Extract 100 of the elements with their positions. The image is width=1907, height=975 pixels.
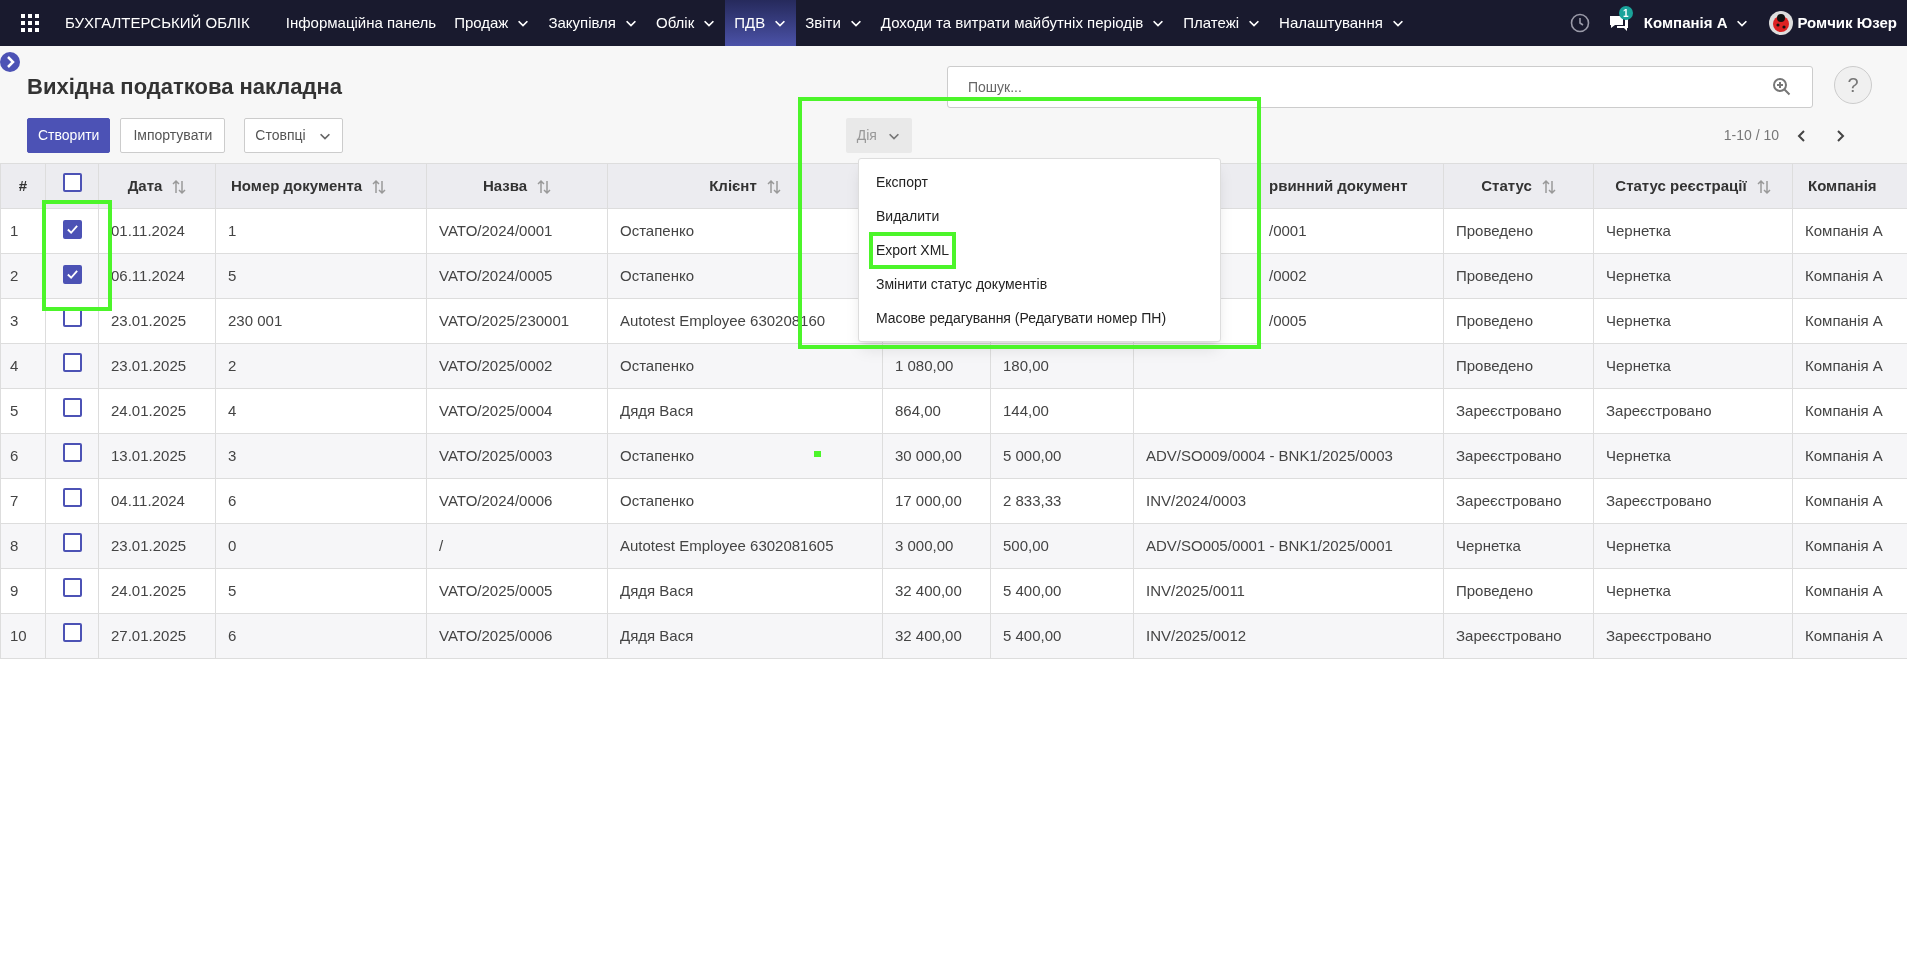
table-cell: Остапенко [620,266,695,284]
table-cell: Дядя Вася [620,581,694,599]
nav-menu-item[interactable]: Інформаційна панель [276,0,446,46]
table-cell: 17 000,00 [895,491,962,509]
table-cell: 2 833,33 [1003,491,1062,509]
table-cell: 180,00 [1003,356,1049,374]
table-cell: 5 [10,401,19,419]
table-cell: Компанія А [1805,221,1883,239]
column-header[interactable]: # [18,176,28,194]
checkbox[interactable] [62,353,82,373]
table-cell: 6 [228,626,237,644]
checkbox[interactable] [62,398,82,418]
table-cell: 3 000,00 [895,536,954,554]
table-cell: 6 [10,446,19,464]
checkbox[interactable] [62,623,82,643]
column-header[interactable]: Назва [482,176,528,194]
table-cell: VATO/2024/0005 [439,266,553,284]
user-avatar[interactable] [1769,11,1794,35]
columns-dropdown[interactable]: Стовпці [244,118,343,153]
sidebar-toggle-icon[interactable] [0,52,20,72]
table-cell: 3 [228,446,237,464]
menu-item[interactable]: Експорт [876,171,928,193]
table-cell: VATO/2025/0004 [439,401,553,419]
table-cell: 8 [10,536,19,554]
table-cell: / [439,536,444,554]
search-input[interactable]: Пошук... [968,76,1772,98]
checkbox[interactable] [62,173,82,193]
checkbox[interactable] [62,264,82,284]
table-cell: Компанія А [1805,401,1883,419]
table-cell: Компанія А [1805,581,1883,599]
table-cell: Чернетка [1456,536,1521,554]
nav-menu-item[interactable]: ПДВ [725,0,797,46]
checkbox[interactable] [62,533,82,553]
column-header[interactable]: Статус [1481,176,1532,194]
column-header[interactable]: рвинний документ [1269,176,1408,194]
clock-icon[interactable] [1569,13,1590,33]
table-cell: Компанія А [1805,311,1883,329]
table-cell: VATO/2025/0005 [439,581,553,599]
table-cell: INV/2025/0011 [1146,581,1245,599]
table-cell: Зареєстровано [1456,446,1562,464]
menu-item[interactable]: Змінити статус документів [876,273,1048,295]
table-cell: Остапенко [620,446,695,464]
create-button[interactable]: Створити [27,118,111,153]
table-cell: INV/2025/0012 [1146,626,1247,644]
table-cell: 24.01.2025 [111,401,187,419]
table-cell: 4 [10,356,19,374]
table-cell: 5 [228,266,237,284]
table-cell: 5 000,00 [1003,446,1062,464]
table-cell: Чернетка [1606,356,1671,374]
table-cell: 5 [228,581,237,599]
table-cell: Компанія А [1805,491,1883,509]
table-cell: 7 [10,491,19,509]
table-cell: Чернетка [1606,221,1671,239]
column-header[interactable]: Дата [127,176,163,194]
table-cell: 864,00 [895,401,941,419]
nav-menu-item[interactable]: Налаштування [1270,0,1414,46]
zoom-in-icon[interactable] [1772,77,1792,97]
table-cell: Компанія А [1805,626,1883,644]
apps-menu-icon[interactable] [21,14,39,32]
nav-menu-item[interactable]: Доходи та витрати майбутніх періодів [871,0,1175,46]
checkbox[interactable] [62,219,82,239]
table-cell: VATO/2025/0006 [439,626,553,644]
checkbox[interactable] [62,578,82,598]
table-cell: VATO/2025/0002 [439,356,553,374]
table-cell: ADV/SO009/0004 - BNK1/2025/0003 [1146,446,1393,464]
table-cell: 0 [228,536,237,554]
table-cell: 10 [10,626,27,644]
menu-item[interactable]: Видалити [876,205,940,227]
table-cell: 13.01.2025 [111,446,187,464]
table-cell: Компанія А [1805,356,1883,374]
table-cell: ADV/SO005/0001 - BNK1/2025/0001 [1146,536,1393,554]
table-cell: 1 [228,221,237,239]
import-button[interactable]: Імпортувати [120,118,226,153]
column-header[interactable]: Клієнт [709,176,757,194]
table-cell: Остапенко [620,356,695,374]
page-title: Вихідна податкова накладна [27,73,343,101]
nav-menu-item[interactable]: Закупівля [539,0,647,46]
table-cell: 23.01.2025 [111,536,187,554]
company-switcher[interactable]: Компанія А [1643,11,1750,35]
table-cell: 30 000,00 [895,446,962,464]
help-button[interactable]: ? [1834,66,1872,104]
table-cell: Чернетка [1606,311,1671,329]
nav-menu-item[interactable]: Продаж [445,0,540,46]
checkbox[interactable] [62,488,82,508]
user-name[interactable]: Ромчик Юзер [1797,11,1897,35]
table-cell: Зареєстровано [1456,401,1562,419]
search-field[interactable]: Пошук... [947,66,1813,108]
checkbox[interactable] [62,443,82,463]
table-cell: Autotest Employee 6302081605 [620,536,834,554]
table-cell: Зареєстровано [1456,491,1562,509]
nav-menu-item[interactable]: Платежі [1174,0,1271,46]
nav-menu-item[interactable]: Звіти [796,0,872,46]
nav-menu-item[interactable]: Облік [647,0,726,46]
table-cell: /0001 [1269,221,1307,239]
table-cell: 2 [10,266,19,284]
table-cell: 01.11.2024 [111,221,185,239]
table-cell: 23.01.2025 [111,311,187,329]
table-cell: 23.01.2025 [111,356,187,374]
menu-item[interactable]: Масове редагування (Редагувати номер ПН) [876,307,1167,329]
table-cell: 3 [10,311,19,329]
